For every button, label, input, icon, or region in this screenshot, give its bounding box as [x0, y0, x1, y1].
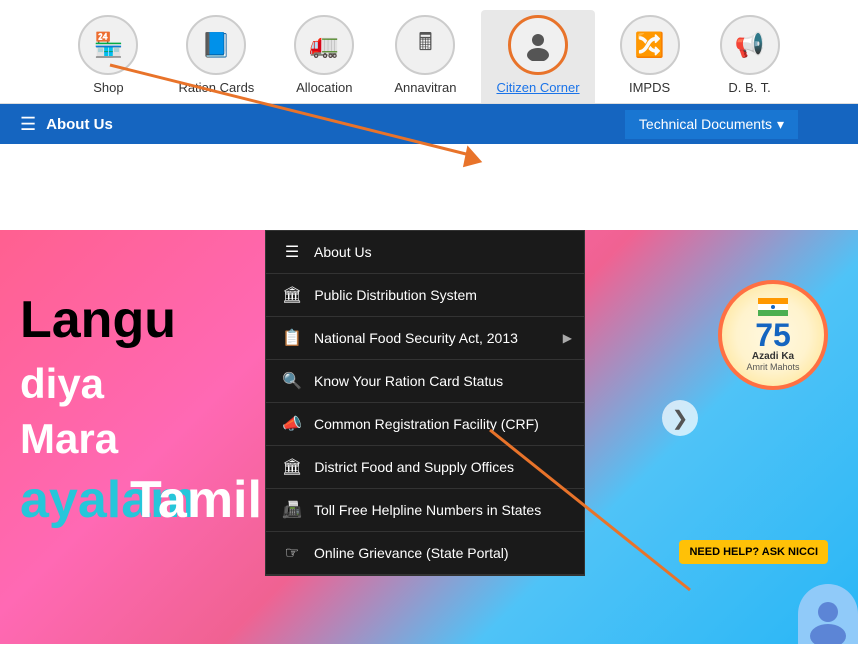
- ashoka-wheel: [771, 305, 775, 309]
- dropdown-label-online-grievance: Online Grievance (State Portal): [314, 545, 509, 561]
- banner-next-button[interactable]: ❯: [662, 400, 698, 436]
- nav-label-annavitran: Annavitran: [394, 80, 456, 95]
- banner-text-mara: Mara: [20, 415, 118, 463]
- banner-text-tamil: Tamil: [130, 470, 262, 530]
- dropdown-label-national-food: National Food Security Act, 2013: [314, 330, 518, 346]
- dropdown-item-about-us[interactable]: ☰ About Us: [266, 231, 584, 274]
- nav-label-dbt: D. B. T.: [728, 80, 770, 95]
- dropdown-item-know-ration[interactable]: 🔍 Know Your Ration Card Status: [266, 360, 584, 403]
- public-distribution-icon: 🏛: [282, 285, 302, 305]
- shop-icon: 🏪: [78, 15, 138, 75]
- nav-item-impds[interactable]: 🔀 IMPDS: [605, 10, 695, 103]
- nav-item-dbt[interactable]: 📢 D. B. T.: [705, 10, 795, 103]
- dropdown-label-about-us: About Us: [314, 244, 372, 260]
- dropdown-item-online-grievance[interactable]: ☞ Online Grievance (State Portal): [266, 532, 584, 575]
- dropdown-label-public-distribution: Public Distribution System: [314, 287, 477, 303]
- azadi-number: 75: [755, 319, 791, 351]
- bottom-avatar: [798, 584, 858, 644]
- district-food-icon: 🏛: [282, 457, 302, 477]
- nav-label-ration-cards: Ration Cards: [178, 80, 254, 95]
- dropdown-item-district-food[interactable]: 🏛 District Food and Supply Offices: [266, 446, 584, 489]
- know-ration-icon: 🔍: [282, 371, 302, 391]
- nav-item-allocation[interactable]: 🚛 Allocation: [279, 10, 369, 103]
- annavitran-icon: 🖩: [395, 15, 455, 75]
- nav-item-ration-cards[interactable]: 📘 Ration Cards: [163, 10, 269, 103]
- allocation-icon: 🚛: [294, 15, 354, 75]
- nicci-label: NEED HELP? ASK NICCI: [689, 546, 818, 558]
- nav-label-citizen-corner: Citizen Corner: [496, 80, 579, 95]
- azadi-text1: Azadi Ka: [752, 351, 794, 362]
- banner-text-langu: Langu: [20, 290, 176, 350]
- ration-cards-icon: 📘: [186, 15, 246, 75]
- nav-label-shop: Shop: [93, 80, 123, 95]
- dropdown-item-national-food-security[interactable]: 📋 National Food Security Act, 2013 ▶: [266, 317, 584, 360]
- dropdown-item-public-distribution[interactable]: 🏛 Public Distribution System: [266, 274, 584, 317]
- chevron-right-icon: ❯: [672, 406, 689, 431]
- menu-icon: ☰: [20, 114, 36, 135]
- azadi-circle: 75 Azadi Ka Amrit Mahots: [718, 280, 828, 390]
- nav-item-shop[interactable]: 🏪 Shop: [63, 10, 153, 103]
- impds-icon: 🔀: [620, 15, 680, 75]
- nav-label-allocation: Allocation: [296, 80, 352, 95]
- banner-text-diya: diya: [20, 360, 104, 408]
- blue-bar: ☰ About Us Technical Documents ▾: [0, 104, 858, 144]
- azadi-badge: 75 Azadi Ka Amrit Mahots: [718, 280, 828, 390]
- flag-green: [758, 310, 788, 316]
- dropdown-label-toll-free: Toll Free Helpline Numbers in States: [314, 502, 541, 518]
- technical-documents-button[interactable]: Technical Documents ▾: [625, 110, 798, 139]
- submenu-arrow-icon: ▶: [563, 331, 572, 345]
- dropdown-label-know-ration: Know Your Ration Card Status: [314, 373, 503, 389]
- nicci-help-button[interactable]: NEED HELP? ASK NICCI: [679, 540, 828, 564]
- dropdown-label-district-food: District Food and Supply Offices: [314, 459, 514, 475]
- nav-item-citizen-corner[interactable]: Citizen Corner: [481, 10, 594, 103]
- national-food-icon: 📋: [282, 328, 302, 348]
- azadi-text2: Amrit Mahots: [746, 362, 799, 372]
- nav-label-impds: IMPDS: [629, 80, 670, 95]
- toll-free-icon: 📠: [282, 500, 302, 520]
- about-us-icon: ☰: [282, 242, 302, 262]
- citizen-corner-dropdown: ☰ About Us 🏛 Public Distribution System …: [265, 230, 585, 576]
- about-us-label: About Us: [46, 116, 113, 133]
- nav-bar: 🏪 Shop 📘 Ration Cards 🚛 Allocation 🖩 Ann…: [0, 0, 858, 104]
- tech-docs-chevron: ▾: [777, 116, 784, 133]
- citizen-corner-icon: [508, 15, 568, 75]
- flag-stripes: [758, 298, 788, 316]
- tech-docs-label: Technical Documents: [639, 116, 772, 132]
- nav-item-annavitran[interactable]: 🖩 Annavitran: [379, 10, 471, 103]
- dbt-icon: 📢: [720, 15, 780, 75]
- dropdown-item-common-registration[interactable]: 📣 Common Registration Facility (CRF): [266, 403, 584, 446]
- dropdown-item-toll-free[interactable]: 📠 Toll Free Helpline Numbers in States: [266, 489, 584, 532]
- dropdown-label-common-registration: Common Registration Facility (CRF): [314, 416, 539, 432]
- online-grievance-icon: ☞: [282, 543, 302, 563]
- common-registration-icon: 📣: [282, 414, 302, 434]
